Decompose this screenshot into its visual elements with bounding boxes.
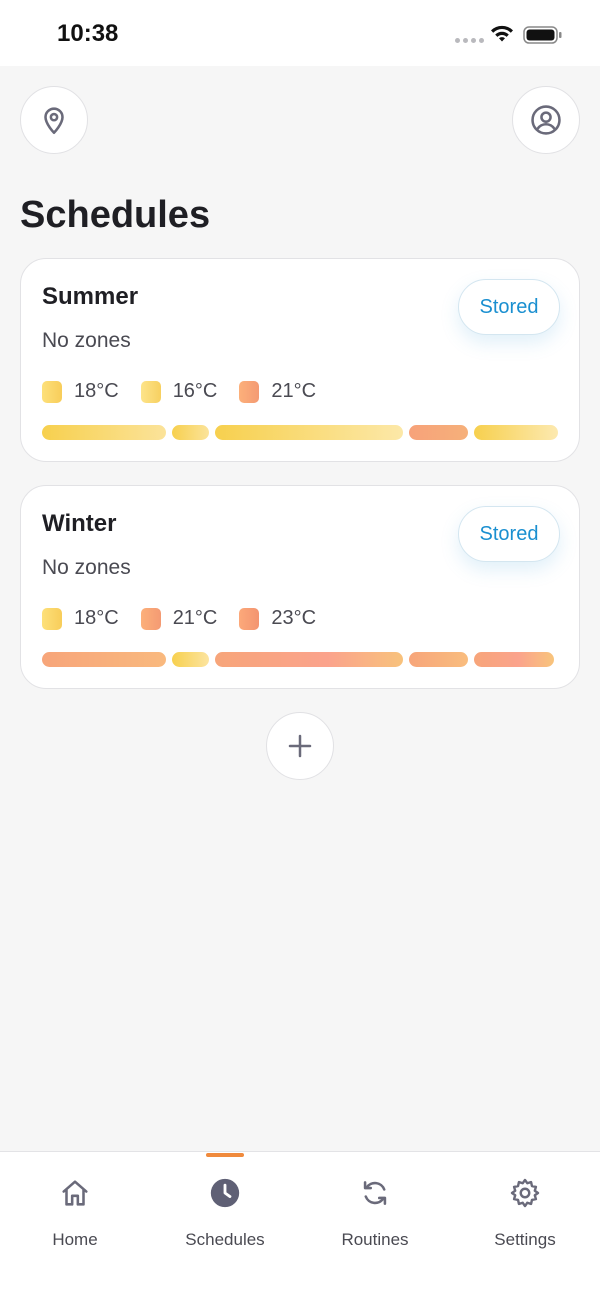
tab-label: Home bbox=[52, 1230, 98, 1249]
schedule-card-summer[interactable]: Summer No zones Stored 18°C 16°C 21°C bbox=[20, 258, 580, 462]
temperature-label: 16°C bbox=[172, 380, 218, 402]
temperature-item: 16°C bbox=[140, 380, 218, 403]
add-schedule-button[interactable] bbox=[266, 712, 334, 780]
timeline-segment bbox=[474, 652, 554, 667]
schedule-timeline bbox=[42, 652, 558, 667]
tab-settings[interactable]: Settings bbox=[450, 1152, 600, 1298]
temperature-item: 18°C bbox=[42, 380, 119, 403]
wifi-icon bbox=[491, 25, 513, 42]
temperature-legend: 18°C 16°C 21°C bbox=[42, 380, 338, 403]
schedule-card-winter[interactable]: Winter No zones Stored 18°C 21°C 23°C bbox=[20, 485, 580, 689]
home-icon bbox=[62, 1180, 88, 1206]
temperature-item: 21°C bbox=[140, 607, 218, 630]
tab-bar: Home Schedules Routines Settings bbox=[0, 1151, 600, 1298]
schedule-name: Summer bbox=[42, 283, 139, 310]
timeline-segment bbox=[42, 425, 166, 440]
tab-label: Routines bbox=[341, 1230, 409, 1249]
temperature-label: 23°C bbox=[271, 607, 317, 629]
timeline-segment bbox=[215, 425, 403, 440]
timeline-segment bbox=[42, 652, 166, 667]
temperature-item: 18°C bbox=[42, 607, 119, 630]
temperature-item: 21°C bbox=[239, 380, 316, 403]
stored-button[interactable]: Stored bbox=[458, 506, 560, 562]
timeline-segment bbox=[474, 425, 558, 440]
location-button[interactable] bbox=[20, 86, 88, 154]
profile-button[interactable] bbox=[512, 86, 580, 154]
map-pin-icon bbox=[44, 107, 64, 135]
temperature-swatch bbox=[140, 380, 161, 403]
temperature-label: 21°C bbox=[172, 607, 218, 629]
schedule-name: Winter bbox=[42, 510, 117, 537]
clock-icon bbox=[210, 1178, 240, 1208]
timeline-segment bbox=[172, 425, 209, 440]
timeline-segment bbox=[409, 425, 468, 440]
temperature-item: 23°C bbox=[239, 607, 316, 630]
tab-label: Settings bbox=[494, 1230, 556, 1249]
temperature-label: 21°C bbox=[271, 380, 317, 402]
temperature-swatch bbox=[140, 607, 161, 630]
temperature-legend: 18°C 21°C 23°C bbox=[42, 607, 338, 630]
gear-icon bbox=[510, 1178, 540, 1208]
timeline-segment bbox=[215, 652, 403, 667]
tab-routines[interactable]: Routines bbox=[300, 1152, 450, 1298]
timeline-segment bbox=[409, 652, 468, 667]
tab-home[interactable]: Home bbox=[0, 1152, 150, 1298]
schedule-zones: No zones bbox=[42, 329, 131, 352]
temperature-swatch bbox=[239, 380, 260, 403]
battery-icon bbox=[523, 26, 562, 44]
plus-icon bbox=[288, 734, 312, 758]
temperature-swatch bbox=[42, 607, 62, 630]
schedule-timeline bbox=[42, 425, 558, 440]
tab-label: Schedules bbox=[185, 1230, 265, 1249]
temperature-label: 18°C bbox=[74, 380, 119, 402]
timeline-segment bbox=[172, 652, 209, 667]
refresh-icon bbox=[363, 1181, 387, 1205]
schedule-zones: No zones bbox=[42, 556, 131, 579]
stored-button[interactable]: Stored bbox=[458, 279, 560, 335]
temperature-swatch bbox=[42, 380, 62, 403]
tab-schedules[interactable]: Schedules bbox=[150, 1152, 300, 1298]
temperature-label: 18°C bbox=[74, 607, 119, 629]
active-tab-indicator bbox=[206, 1153, 244, 1157]
temperature-swatch bbox=[239, 607, 260, 630]
user-circle-icon bbox=[531, 105, 561, 135]
status-time: 10:38 bbox=[57, 20, 119, 47]
page-title: Schedules bbox=[20, 194, 211, 236]
status-bar: 10:38 bbox=[0, 0, 600, 66]
signal-icon bbox=[455, 38, 484, 43]
